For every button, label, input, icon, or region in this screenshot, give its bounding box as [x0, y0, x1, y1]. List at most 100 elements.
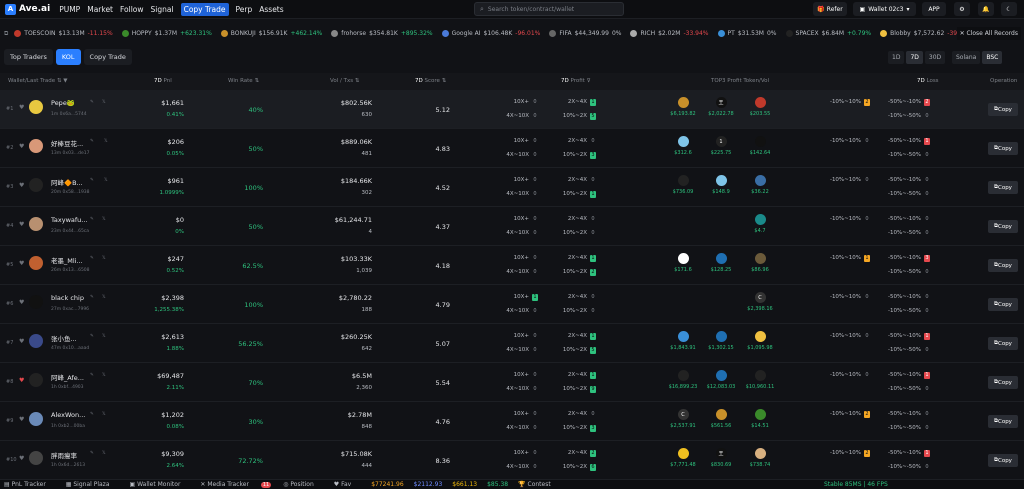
table-row[interactable]: #7 ♥ 张小鱼... ✎ 𝕏 47m 0x10...aaad $2,613 1.88% 56.…: [0, 324, 1024, 363]
ticker-item[interactable]: SPACEX $6.84M +0.79%: [785, 30, 871, 37]
ticker-item[interactable]: RICH $2.02M -33.94%: [630, 30, 709, 37]
heart-icon[interactable]: ♥: [19, 104, 24, 111]
fav-link[interactable]: ♥ Fav: [334, 481, 361, 488]
col-score[interactable]: 7D Score ⇅: [415, 78, 446, 84]
wallet-monitor-link[interactable]: ▣ Wallet Monitor: [130, 481, 191, 488]
heart-icon[interactable]: ♥: [19, 416, 24, 423]
top-token[interactable]: $12,083.03: [706, 370, 736, 390]
top-token[interactable]: $1,843.91: [668, 331, 698, 351]
wallet-name[interactable]: Taxywafu...: [51, 216, 87, 224]
top-token[interactable]: $561.56: [706, 409, 736, 429]
col-loss[interactable]: 7D Loss: [917, 78, 939, 84]
wallet-name[interactable]: 胖雨瘦率: [51, 450, 77, 460]
edit-icon[interactable]: ✎: [90, 256, 94, 261]
table-row[interactable]: #4 ♥ Taxywafu... ✎ 𝕏 23m 0x44...65ca $0 0% 50% $6…: [0, 207, 1024, 246]
settings-button[interactable]: ⚙: [954, 2, 970, 16]
chain-solana[interactable]: Solana: [952, 51, 981, 64]
top-token[interactable]: $7,771.48: [668, 448, 698, 468]
x-icon[interactable]: 𝕏: [102, 295, 106, 300]
nav-copy-trade[interactable]: Copy Trade: [180, 2, 229, 16]
top-token[interactable]: $1,095.98: [745, 331, 775, 351]
tab-copy-trade[interactable]: Copy Trade: [83, 49, 132, 65]
edit-icon[interactable]: ✎: [90, 412, 94, 417]
x-icon[interactable]: 𝕏: [102, 451, 106, 456]
position-link[interactable]: ◎ Position: [283, 481, 324, 488]
wallet-address[interactable]: 47m 0x10...aaad: [51, 346, 89, 351]
table-row[interactable]: #8 ♥ 阿峰_Afe... ✎ 𝕏 1h 0xbf...4903 $69,487 2.11%…: [0, 363, 1024, 402]
edit-icon[interactable]: ✎: [90, 334, 94, 339]
copy-button[interactable]: ⧉ Copy: [988, 220, 1018, 233]
range-30d[interactable]: 30D: [924, 51, 946, 64]
chain-bsc[interactable]: BSC: [982, 51, 1003, 64]
wallet-name[interactable]: Pepe🐸: [51, 99, 75, 107]
wallet-address[interactable]: 26m 0x13...6508: [51, 268, 90, 273]
top-token[interactable]: C $2,398.16: [745, 292, 775, 312]
x-icon[interactable]: 𝕏: [102, 217, 106, 222]
wallet-name[interactable]: 老墨_Mli...: [51, 255, 83, 265]
close-all-button[interactable]: ✕ Close All Records: [956, 27, 1021, 40]
top-token[interactable]: $36.22: [745, 175, 775, 195]
col-wallet[interactable]: Wallet/Last Trade ⇅ ▼: [8, 78, 68, 84]
notification-button[interactable]: 🔔: [978, 2, 994, 16]
nav-assets[interactable]: Assets: [259, 5, 283, 14]
x-icon[interactable]: 𝕏: [104, 178, 108, 183]
copy-button[interactable]: ⧉ Copy: [988, 337, 1018, 350]
top-token[interactable]: $6,193.82: [668, 97, 698, 117]
x-icon[interactable]: 𝕏: [102, 373, 106, 378]
heart-icon[interactable]: ♥: [19, 377, 24, 384]
col-winrate[interactable]: Win Rate ⇅: [228, 78, 259, 84]
wallet-name[interactable]: 阿峰🔶B...: [51, 177, 83, 187]
nav-signal[interactable]: Signal: [151, 5, 174, 14]
heart-icon[interactable]: ♥: [19, 338, 24, 345]
top-token[interactable]: $203.55: [745, 97, 775, 117]
table-row[interactable]: #1 ♥ Pepe🐸 ✎ 𝕏 1m 0x6a...5744 $1,661 0.41% 40% $8…: [0, 90, 1024, 129]
heart-icon[interactable]: ♥: [19, 260, 24, 267]
wallet-name[interactable]: 好棒豆花...: [51, 138, 83, 148]
col-vol[interactable]: Vol / Txs ⇅: [330, 78, 359, 84]
table-row[interactable]: #5 ♥ 老墨_Mli... ✎ 𝕏 26m 0x13...6508 $247 0.52% 62…: [0, 246, 1024, 285]
copy-button[interactable]: ⧉ Copy: [988, 298, 1018, 311]
x-icon[interactable]: 𝕏: [102, 412, 106, 417]
nav-pump[interactable]: PUMP: [59, 5, 80, 14]
ticker-item[interactable]: TOESCOIN $13.13M -11.15%: [14, 30, 113, 37]
heart-icon[interactable]: ♥: [19, 455, 24, 462]
wallet-name[interactable]: black chip: [51, 294, 84, 302]
ticker-item[interactable]: FIFA $44,349.99 0%: [549, 30, 621, 37]
wallet-name[interactable]: 阿峰_Afe...: [51, 372, 84, 382]
heart-icon[interactable]: ♥: [19, 299, 24, 306]
top-token[interactable]: $738.74: [745, 448, 775, 468]
copy-button[interactable]: ⧉ Copy: [988, 415, 1018, 428]
top-token[interactable]: $142.64: [745, 136, 775, 156]
heart-icon[interactable]: ♥: [19, 221, 24, 228]
x-icon[interactable]: 𝕏: [102, 100, 106, 105]
top-token[interactable]: $148.9: [706, 175, 736, 195]
top-token[interactable]: $86.96: [745, 253, 775, 273]
media-tracker-link[interactable]: ✕ Media Tracker 11: [200, 481, 273, 488]
x-icon[interactable]: 𝕏: [102, 256, 106, 261]
ticker-item[interactable]: Google AI $106.48K -96.01%: [441, 30, 540, 37]
top-token[interactable]: 1 $225.75: [706, 136, 736, 156]
edit-icon[interactable]: ✎: [90, 100, 94, 105]
search-input[interactable]: ⌕ Search token/contract/wallet: [474, 2, 624, 16]
tab-top-traders[interactable]: Top Traders: [4, 49, 53, 65]
top-token[interactable]: $16,899.23: [668, 370, 698, 390]
logo[interactable]: A Ave.ai: [5, 3, 50, 15]
ticker-item[interactable]: HOPPY $1.37M +623.31%: [121, 30, 212, 37]
table-row[interactable]: #3 ♥ 阿峰🔶B... ✎ 𝕏 20m 0x58...1938 $961 1.0999% 10…: [0, 168, 1024, 207]
copy-button[interactable]: ⧉ Copy: [988, 454, 1018, 467]
top-token[interactable]: $14.51: [745, 409, 775, 429]
edit-icon[interactable]: ✎: [90, 373, 94, 378]
nav-perp[interactable]: Perp: [236, 5, 253, 14]
top-token[interactable]: C $2,537.91: [668, 409, 698, 429]
refer-button[interactable]: 🎁 Refer: [813, 2, 847, 16]
edit-icon[interactable]: ✎: [90, 295, 94, 300]
top-token[interactable]: $4.7: [745, 214, 775, 234]
app-button[interactable]: APP: [922, 2, 946, 16]
wallet-address[interactable]: 20m 0x58...1938: [51, 190, 90, 195]
table-row[interactable]: #2 ♥ 好棒豆花... ✎ 𝕏 13m 0x03...de17 $206 0.05% 50% $…: [0, 129, 1024, 168]
heart-icon[interactable]: ♥: [19, 182, 24, 189]
ticker-item[interactable]: frohorse $354.81K +895.32%: [331, 30, 433, 37]
top-token[interactable]: 王 $2,022.78: [706, 97, 736, 117]
wallet-address[interactable]: 1h 0xbf...4903: [51, 385, 84, 390]
wallet-button[interactable]: ▣ Wallet 02c3 ▾: [853, 2, 916, 16]
